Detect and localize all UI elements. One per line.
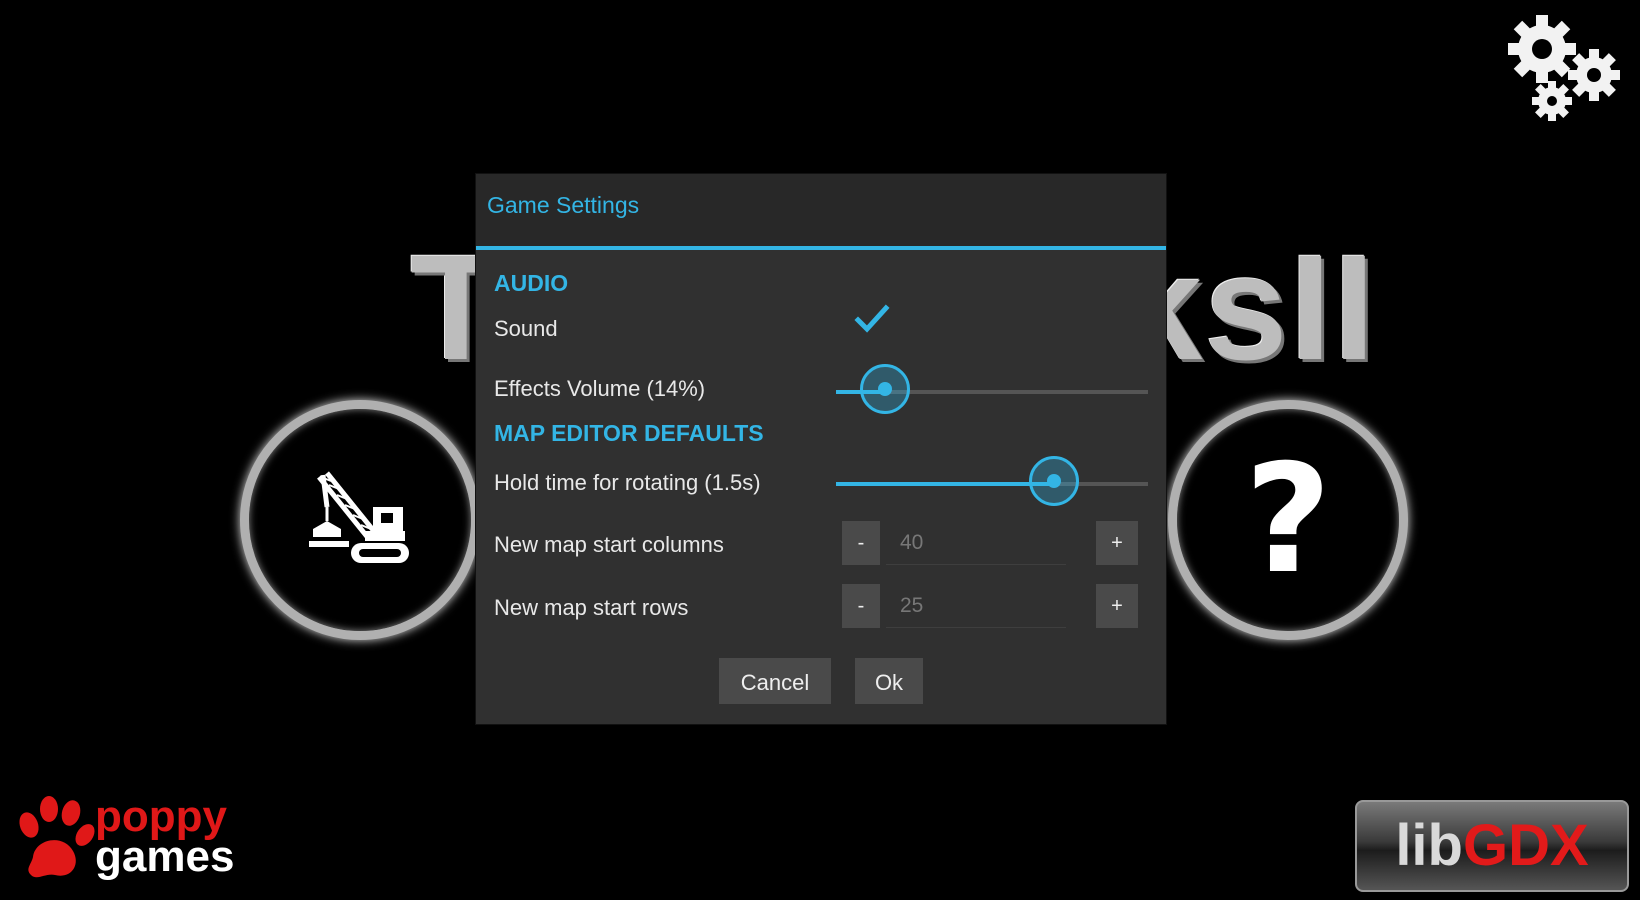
dialog-title: Game Settings [487,192,640,218]
sound-label: Sound [494,316,558,341]
hold-time-slider[interactable] [836,456,1148,506]
libgdx-logo-lib: lib [1395,813,1463,878]
columns-label: New map start columns [494,532,724,557]
crane-icon [309,471,409,563]
columns-value-field[interactable]: 40 [886,521,1066,565]
game-settings-dialog: Game Settings AUDIO Sound Effects Volume… [476,174,1166,724]
paw-icon [19,796,95,878]
libgdx-logo-gdx: GDX [1462,813,1589,878]
rows-label: New map start rows [494,595,689,620]
effects-volume-slider[interactable] [836,364,1148,414]
cancel-button[interactable]: Cancel [719,658,831,704]
map-editor-section-header: MAP EDITOR DEFAULTS [494,420,764,446]
poppy-games-logo: poppy games [15,795,235,885]
dialog-header: Game Settings [476,174,1166,250]
sound-checkbox-check-icon[interactable] [854,304,890,334]
audio-section-header: AUDIO [494,270,569,296]
rows-value-field[interactable]: 25 [886,584,1066,628]
help-icon: ? [1244,433,1332,607]
hold-time-label: Hold time for rotating (1.5s) [494,470,761,495]
columns-increment-button[interactable]: + [1096,521,1138,565]
effects-volume-label: Effects Volume (14%) [494,376,706,401]
hold-time-slider-thumb[interactable] [1029,456,1080,506]
map-editor-button[interactable] [240,400,480,640]
rows-increment-button[interactable]: + [1096,584,1138,628]
effects-volume-slider-thumb[interactable] [860,364,911,414]
columns-decrement-button[interactable]: - [842,521,880,565]
help-button[interactable]: ? [1168,400,1408,640]
ok-button[interactable]: Ok [855,658,923,704]
libgdx-logo: libGDX [1355,800,1629,892]
poppy-logo-bottom-text: games [95,832,235,881]
rows-decrement-button[interactable]: - [842,584,880,628]
settings-gears-icon[interactable] [1508,15,1626,127]
hold-time-slider-fill [836,482,1055,486]
